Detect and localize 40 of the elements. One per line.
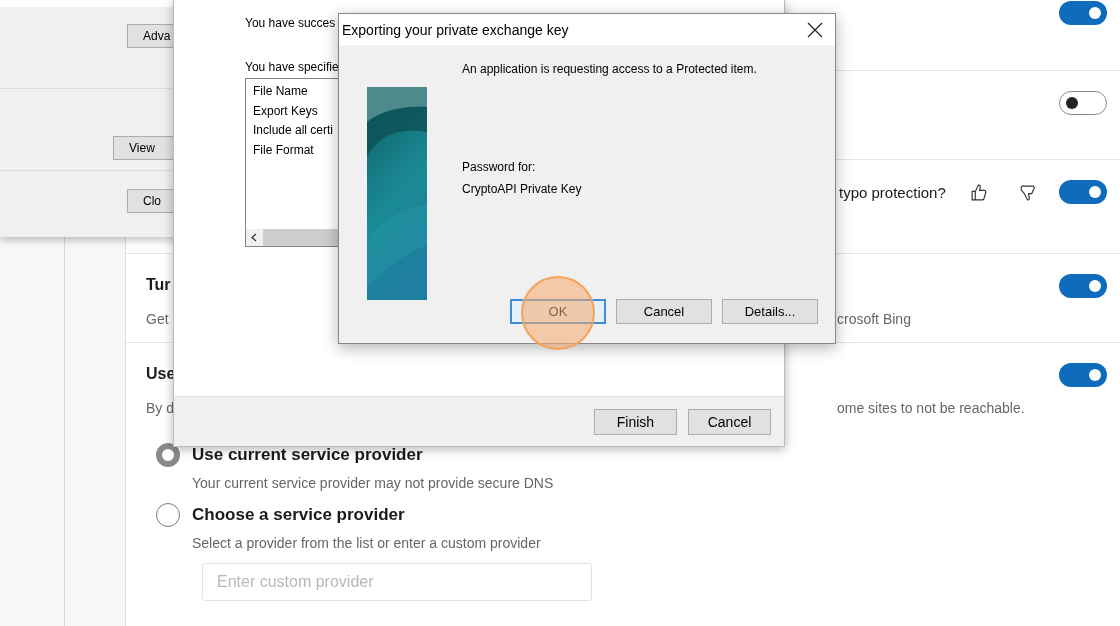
setting-title: Use: [146, 364, 176, 384]
toggle-switch[interactable]: [1059, 1, 1107, 25]
dialog-button[interactable]: Details...: [722, 299, 818, 324]
custom-provider-field[interactable]: Enter custom provider: [202, 563, 592, 601]
thumbs-up-icon[interactable]: [969, 183, 987, 201]
dialog-button[interactable]: Cancel: [616, 299, 712, 324]
dialog-message: An application is requesting access to a Protected item.: [462, 62, 758, 76]
toggle-switch[interactable]: [1059, 274, 1107, 298]
list-item: Include all certi: [253, 122, 334, 139]
setting-description: ome sites to not be reachable.: [837, 399, 1025, 418]
dialog-button[interactable]: Adva: [127, 23, 173, 48]
wizard-text: You have specifie: [245, 60, 338, 74]
option-label: Use current service provider: [192, 445, 424, 465]
list-item: File Name: [253, 83, 308, 100]
scroll-left-icon[interactable]: [246, 229, 263, 246]
setting-description: crosoft Bing: [837, 310, 911, 329]
setting-title: typo protection?: [839, 183, 946, 201]
option-description: Select a provider from the list or enter a custom provider: [192, 535, 542, 551]
toggle-switch[interactable]: [1059, 180, 1107, 204]
list-item: Export Keys: [253, 102, 318, 120]
close-icon[interactable]: [807, 21, 823, 38]
wizard-text: You have succes: [245, 16, 336, 30]
wizard-button[interactable]: Cancel: [688, 408, 771, 435]
dialog-button[interactable]: View: [113, 135, 173, 160]
option-description: Your current service provider may not provide secure DNS: [192, 475, 555, 491]
dialog-button[interactable]: Clo: [127, 188, 173, 213]
password-label: Password for:: [462, 160, 537, 174]
setting-description: By d: [146, 399, 174, 418]
scrollbar-thumb[interactable]: [263, 229, 338, 246]
dialog-button[interactable]: OK: [510, 299, 606, 324]
option-label: Choose a service provider: [192, 505, 406, 525]
list-item: File Format: [253, 141, 314, 159]
key-name: CryptoAPI Private Key: [462, 182, 583, 196]
wizard-button[interactable]: Finish: [594, 408, 677, 435]
toggle-switch[interactable]: [1059, 91, 1107, 115]
setting-title: Tur: [146, 275, 171, 295]
dialog-title: Exporting your private exchange key: [342, 21, 569, 38]
thumbs-down-icon[interactable]: [1018, 183, 1036, 201]
toggle-switch[interactable]: [1059, 363, 1107, 387]
setting-description: Get: [146, 310, 169, 329]
